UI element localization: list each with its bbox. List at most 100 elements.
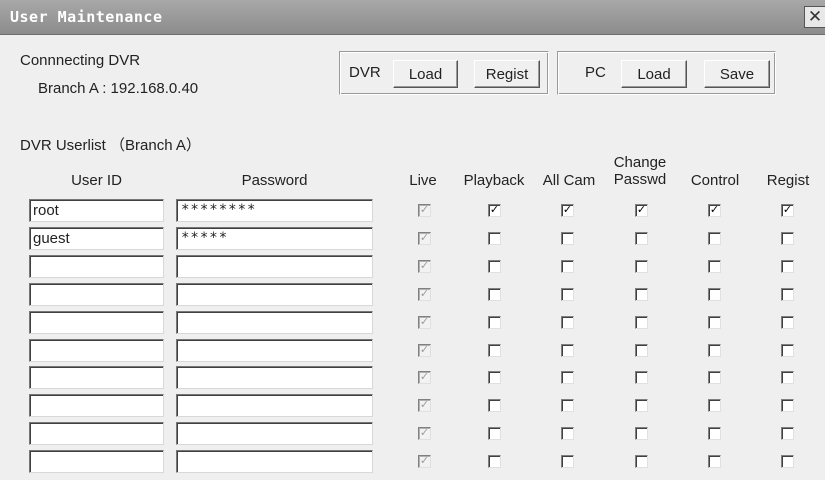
- title-bar[interactable]: User Maintenance ✕: [0, 0, 825, 35]
- user-id-field[interactable]: guest: [29, 227, 164, 250]
- regist-checkbox[interactable]: [781, 232, 794, 245]
- regist-checkbox[interactable]: [781, 399, 794, 412]
- connecting-dvr-label: Connnecting DVR: [20, 52, 141, 69]
- change-passwd-checkbox[interactable]: [635, 344, 648, 357]
- dvr-group-label: DVR: [349, 64, 381, 81]
- control-checkbox[interactable]: [708, 455, 721, 468]
- user-id-field[interactable]: [29, 450, 164, 473]
- control-checkbox[interactable]: [708, 316, 721, 329]
- connecting-dvr-value: Branch A : 192.168.0.40: [38, 80, 199, 97]
- change-passwd-checkbox[interactable]: [635, 399, 648, 412]
- playback-checkbox[interactable]: [488, 260, 501, 273]
- playback-checkbox[interactable]: ✓: [488, 204, 501, 217]
- user-id-field[interactable]: [29, 283, 164, 306]
- col-change-passwd: Change Passwd: [605, 154, 675, 188]
- control-checkbox[interactable]: ✓: [708, 204, 721, 217]
- change-passwd-checkbox[interactable]: [635, 316, 648, 329]
- playback-checkbox[interactable]: [488, 232, 501, 245]
- regist-checkbox[interactable]: [781, 260, 794, 273]
- password-field[interactable]: [176, 339, 373, 362]
- password-field[interactable]: [176, 422, 373, 445]
- all-cam-checkbox[interactable]: [561, 260, 574, 273]
- live-checkbox: ✓: [418, 259, 431, 273]
- live-checkbox: ✓: [418, 454, 431, 468]
- live-checkbox: ✓: [418, 203, 431, 217]
- pc-load-button[interactable]: Load: [621, 60, 687, 88]
- all-cam-checkbox[interactable]: [561, 371, 574, 384]
- user-id-field[interactable]: [29, 366, 164, 389]
- playback-checkbox[interactable]: [488, 344, 501, 357]
- user-id-field[interactable]: [29, 394, 164, 417]
- live-checkbox: ✓: [418, 343, 431, 357]
- col-user-id: User ID: [71, 172, 122, 189]
- live-checkbox: ✓: [418, 287, 431, 301]
- playback-checkbox[interactable]: [488, 316, 501, 329]
- change-passwd-checkbox[interactable]: [635, 260, 648, 273]
- control-checkbox[interactable]: [708, 260, 721, 273]
- live-checkbox: ✓: [418, 398, 431, 412]
- control-checkbox[interactable]: [708, 371, 721, 384]
- password-field[interactable]: ********: [176, 199, 373, 222]
- user-id-field[interactable]: [29, 311, 164, 334]
- regist-checkbox[interactable]: [781, 455, 794, 468]
- change-passwd-checkbox[interactable]: [635, 371, 648, 384]
- window-title: User Maintenance: [10, 8, 163, 26]
- all-cam-checkbox[interactable]: [561, 427, 574, 440]
- user-maintenance-window: User Maintenance ✕ Connnecting DVR Branc…: [0, 0, 825, 480]
- dvr-group: DVR Load Regist: [339, 51, 549, 95]
- close-button[interactable]: ✕: [804, 6, 825, 28]
- close-icon: ✕: [807, 7, 823, 27]
- change-passwd-checkbox[interactable]: [635, 288, 648, 301]
- change-passwd-checkbox[interactable]: [635, 232, 648, 245]
- playback-checkbox[interactable]: [488, 371, 501, 384]
- user-id-field[interactable]: root: [29, 199, 164, 222]
- live-checkbox: ✓: [418, 370, 431, 384]
- all-cam-checkbox[interactable]: [561, 399, 574, 412]
- password-field[interactable]: [176, 450, 373, 473]
- all-cam-checkbox[interactable]: [561, 288, 574, 301]
- regist-checkbox[interactable]: [781, 427, 794, 440]
- pc-group: PC Load Save: [557, 51, 776, 95]
- regist-checkbox[interactable]: [781, 316, 794, 329]
- live-checkbox: ✓: [418, 426, 431, 440]
- playback-checkbox[interactable]: [488, 455, 501, 468]
- password-field[interactable]: *****: [176, 227, 373, 250]
- control-checkbox[interactable]: [708, 232, 721, 245]
- pc-save-button[interactable]: Save: [704, 60, 770, 88]
- password-field[interactable]: [176, 366, 373, 389]
- playback-checkbox[interactable]: [488, 399, 501, 412]
- regist-checkbox[interactable]: [781, 371, 794, 384]
- user-id-field[interactable]: [29, 255, 164, 278]
- control-checkbox[interactable]: [708, 427, 721, 440]
- regist-checkbox[interactable]: [781, 288, 794, 301]
- dvr-regist-button[interactable]: Regist: [474, 60, 540, 88]
- all-cam-checkbox[interactable]: [561, 455, 574, 468]
- regist-checkbox[interactable]: [781, 344, 794, 357]
- password-field[interactable]: [176, 283, 373, 306]
- all-cam-checkbox[interactable]: [561, 232, 574, 245]
- col-regist: Regist: [766, 172, 810, 189]
- playback-checkbox[interactable]: [488, 427, 501, 440]
- control-checkbox[interactable]: [708, 288, 721, 301]
- change-passwd-checkbox[interactable]: [635, 455, 648, 468]
- all-cam-checkbox[interactable]: [561, 316, 574, 329]
- password-field[interactable]: [176, 255, 373, 278]
- password-field[interactable]: [176, 311, 373, 334]
- control-checkbox[interactable]: [708, 399, 721, 412]
- all-cam-checkbox[interactable]: [561, 344, 574, 357]
- all-cam-checkbox[interactable]: ✓: [561, 204, 574, 217]
- control-checkbox[interactable]: [708, 344, 721, 357]
- regist-checkbox[interactable]: ✓: [781, 204, 794, 217]
- pc-group-label: PC: [585, 64, 606, 81]
- col-change-passwd-line1: Change: [613, 154, 667, 171]
- dvr-load-button[interactable]: Load: [393, 60, 458, 88]
- col-change-passwd-line2: Passwd: [613, 171, 667, 188]
- live-checkbox: ✓: [418, 231, 431, 245]
- password-field[interactable]: [176, 394, 373, 417]
- userlist-title: DVR Userlist （Branch A）: [20, 137, 201, 154]
- change-passwd-checkbox[interactable]: ✓: [635, 204, 648, 217]
- playback-checkbox[interactable]: [488, 288, 501, 301]
- user-id-field[interactable]: [29, 422, 164, 445]
- change-passwd-checkbox[interactable]: [635, 427, 648, 440]
- user-id-field[interactable]: [29, 339, 164, 362]
